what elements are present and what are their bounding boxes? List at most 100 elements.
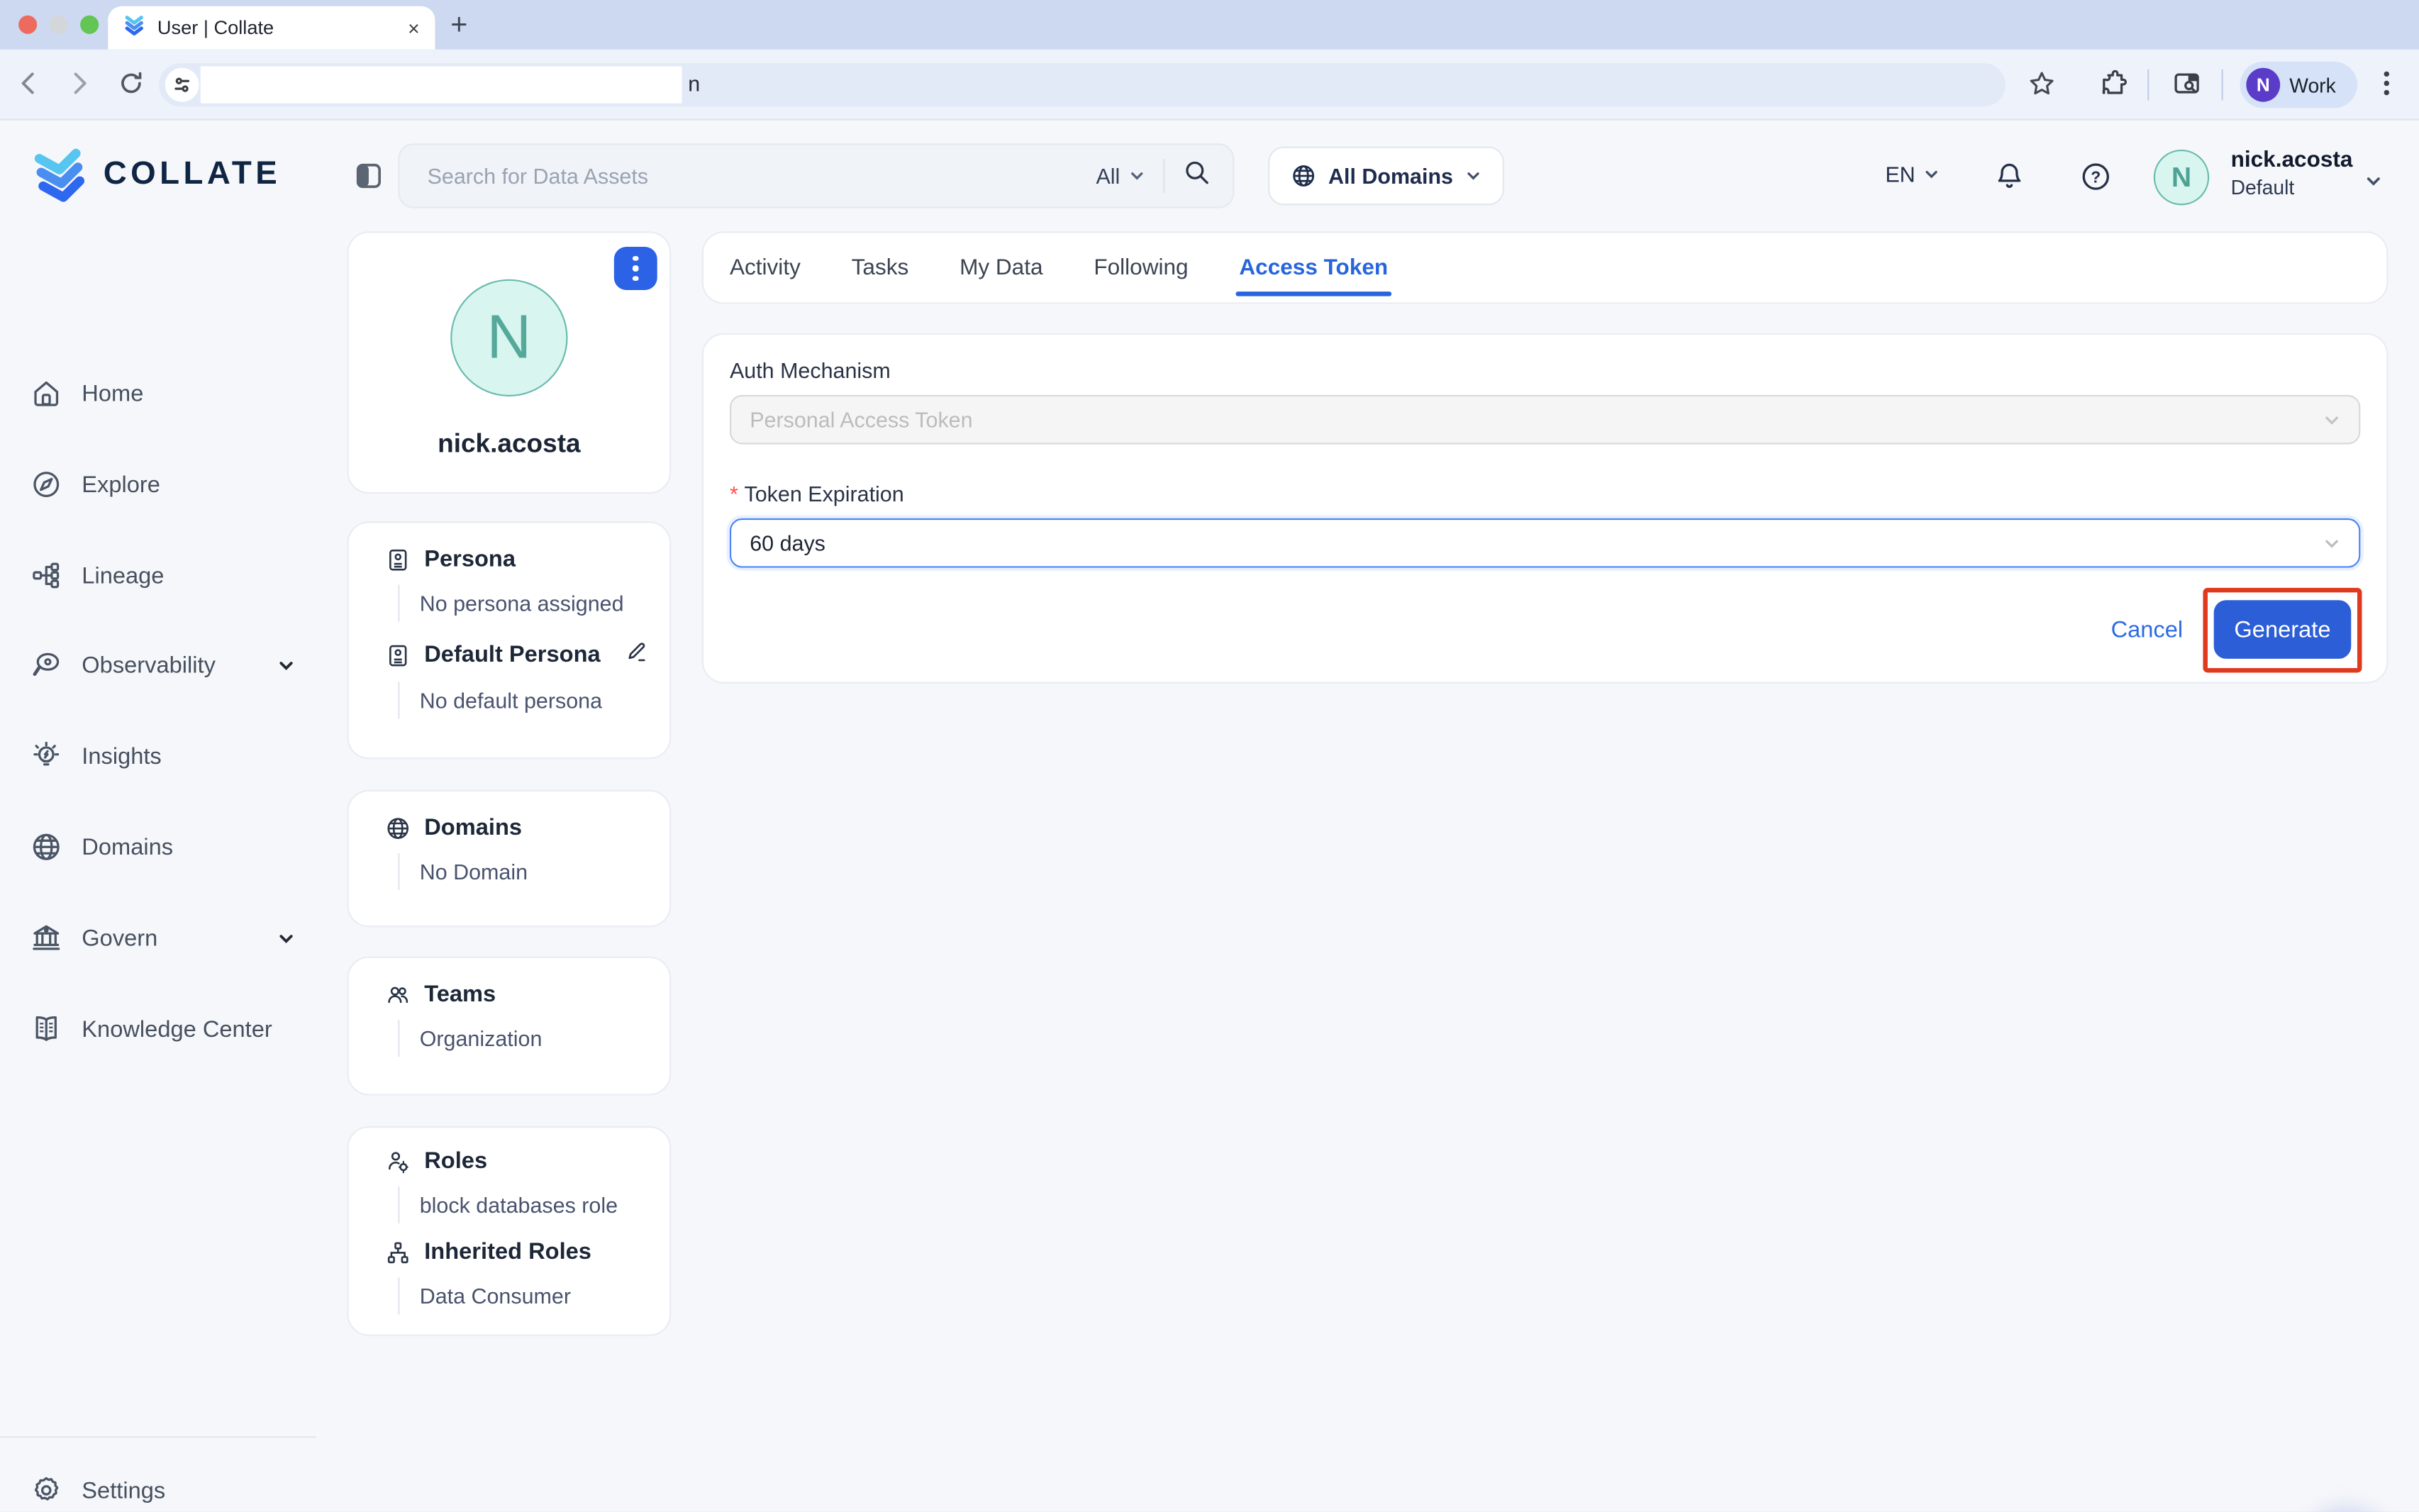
chevron-down-icon	[278, 930, 295, 947]
sidebar-item-label: Govern	[82, 925, 157, 951]
extensions-icon[interactable]	[2098, 70, 2128, 106]
global-search: All	[398, 143, 1234, 208]
tab-search-icon[interactable]	[2172, 70, 2201, 106]
sidebar-item-knowledge-center[interactable]: Knowledge Center	[31, 1003, 316, 1055]
sidebar-item-lineage[interactable]: Lineage	[31, 549, 316, 601]
default-persona-value: No default persona	[398, 682, 647, 719]
collate-favicon	[123, 13, 145, 42]
search-scope-dropdown[interactable]: All	[1096, 164, 1145, 189]
sidebar-item-domains[interactable]: Domains	[31, 821, 316, 873]
profile-username: nick.acosta	[349, 429, 669, 460]
forward-icon[interactable]	[65, 70, 92, 105]
browser-tab-title: User | Collate	[157, 17, 396, 38]
sidebar-item-home[interactable]: Home	[31, 367, 316, 420]
chevron-down-icon	[2323, 535, 2340, 552]
help-icon[interactable]: ?	[2079, 160, 2112, 201]
tab-tasks[interactable]: Tasks	[852, 255, 909, 280]
collate-logo-icon	[31, 145, 90, 204]
sidebar-item-label: Explore	[82, 472, 160, 498]
globe-icon	[386, 816, 411, 840]
back-icon[interactable]	[16, 70, 43, 105]
browser-profile-label: Work	[2289, 73, 2335, 96]
persona-icon	[386, 547, 411, 572]
cancel-button[interactable]: Cancel	[2111, 616, 2184, 643]
teams-icon	[386, 982, 411, 1007]
profile-actions-button[interactable]	[614, 247, 657, 290]
tab-activity[interactable]: Activity	[730, 255, 801, 280]
notifications-bell-icon[interactable]	[1993, 160, 2026, 201]
roles-title: Roles	[424, 1147, 487, 1174]
profile-avatar: N	[450, 279, 567, 396]
screenshot-root: User | Collate × + n	[0, 0, 2419, 1512]
sidebar-item-insights[interactable]: Insights	[31, 730, 316, 782]
address-bar[interactable]: n	[159, 63, 2006, 106]
generate-button[interactable]: Generate	[2214, 600, 2352, 659]
teams-title: Teams	[424, 982, 496, 1008]
new-tab-button[interactable]: +	[450, 9, 467, 43]
app-header: COLLATE All All Domains	[0, 121, 2419, 232]
token-expiration-select[interactable]: 60 days	[730, 518, 2360, 568]
sidebar-toggle-icon[interactable]	[353, 160, 384, 199]
hierarchy-icon	[386, 1240, 411, 1264]
bookmark-star-icon[interactable]	[2027, 70, 2056, 106]
sidebar-item-label: Settings	[82, 1477, 165, 1503]
sidebar-item-explore[interactable]: Explore	[31, 458, 316, 511]
edit-pencil-icon[interactable]	[625, 640, 648, 669]
form-actions: Cancel Generate	[730, 600, 2360, 659]
sidebar-item-label: Observability	[82, 652, 216, 678]
default-persona-title: Default Persona	[424, 642, 600, 668]
tab-access-token[interactable]: Access Token	[1239, 255, 1388, 280]
brand-name: COLLATE	[104, 156, 281, 193]
auth-mechanism-label: Auth Mechanism	[730, 358, 2360, 383]
compass-icon	[31, 469, 62, 500]
persona-icon	[386, 643, 411, 667]
sidebar-item-observability[interactable]: Observability	[31, 639, 316, 691]
site-settings-icon[interactable]	[165, 68, 199, 102]
inherited-roles-title: Inherited Roles	[424, 1239, 591, 1265]
access-token-form-card: Auth Mechanism Personal Access Token * T…	[702, 333, 2389, 684]
reload-icon[interactable]	[117, 70, 145, 105]
insights-icon	[31, 740, 62, 772]
chevron-down-icon	[1129, 168, 1145, 184]
browser-menu-icon[interactable]	[2384, 68, 2390, 106]
user-avatar[interactable]: N	[2154, 150, 2209, 205]
tab-close-icon[interactable]: ×	[408, 18, 420, 38]
search-scope-value: All	[1096, 164, 1120, 189]
auth-mechanism-select: Personal Access Token	[730, 395, 2360, 445]
browser-profile-avatar: N	[2246, 68, 2280, 102]
all-domains-label: All Domains	[1328, 164, 1453, 189]
default-persona-heading: Default Persona	[386, 640, 648, 669]
all-domains-filter[interactable]: All Domains	[1268, 147, 1504, 206]
user-menu-chevron-icon[interactable]	[2365, 169, 2382, 197]
persona-value: No persona assigned	[398, 584, 647, 621]
close-window-button[interactable]	[18, 16, 37, 34]
collate-logo[interactable]: COLLATE	[31, 145, 282, 204]
user-menu[interactable]: nick.acosta Default	[2231, 147, 2353, 202]
sidebar-item-label: Insights	[82, 743, 161, 769]
browser-profile-chip[interactable]: N Work	[2240, 62, 2357, 108]
token-expiration-value: 60 days	[750, 530, 825, 555]
minimize-window-button[interactable]	[50, 16, 68, 34]
auth-mechanism-value: Personal Access Token	[750, 407, 972, 432]
tab-my-data[interactable]: My Data	[960, 255, 1042, 280]
lineage-icon	[31, 560, 62, 591]
search-input[interactable]	[424, 162, 1096, 189]
chevron-down-icon	[278, 657, 295, 674]
user-name: nick.acosta	[2231, 147, 2353, 176]
sidebar-item-govern[interactable]: Govern	[31, 912, 316, 965]
browser-toolbar: n N Work	[0, 50, 2419, 121]
persona-heading: Persona	[386, 546, 648, 572]
sidebar-item-settings[interactable]: Settings	[31, 1464, 316, 1511]
tab-following[interactable]: Following	[1094, 255, 1188, 280]
chevron-down-icon	[1925, 167, 1940, 182]
teams-value: Organization	[398, 1020, 647, 1057]
domains-title: Domains	[424, 815, 522, 841]
browser-tab[interactable]: User | Collate ×	[108, 6, 435, 50]
browser-tabstrip: User | Collate × +	[0, 0, 2419, 50]
search-icon[interactable]	[1184, 158, 1211, 194]
toolbar-divider	[2147, 70, 2149, 101]
domains-value: No Domain	[398, 853, 647, 890]
zoom-window-button[interactable]	[80, 16, 99, 34]
teams-card: Teams Organization	[347, 957, 671, 1096]
language-selector[interactable]: EN	[1885, 162, 1940, 187]
